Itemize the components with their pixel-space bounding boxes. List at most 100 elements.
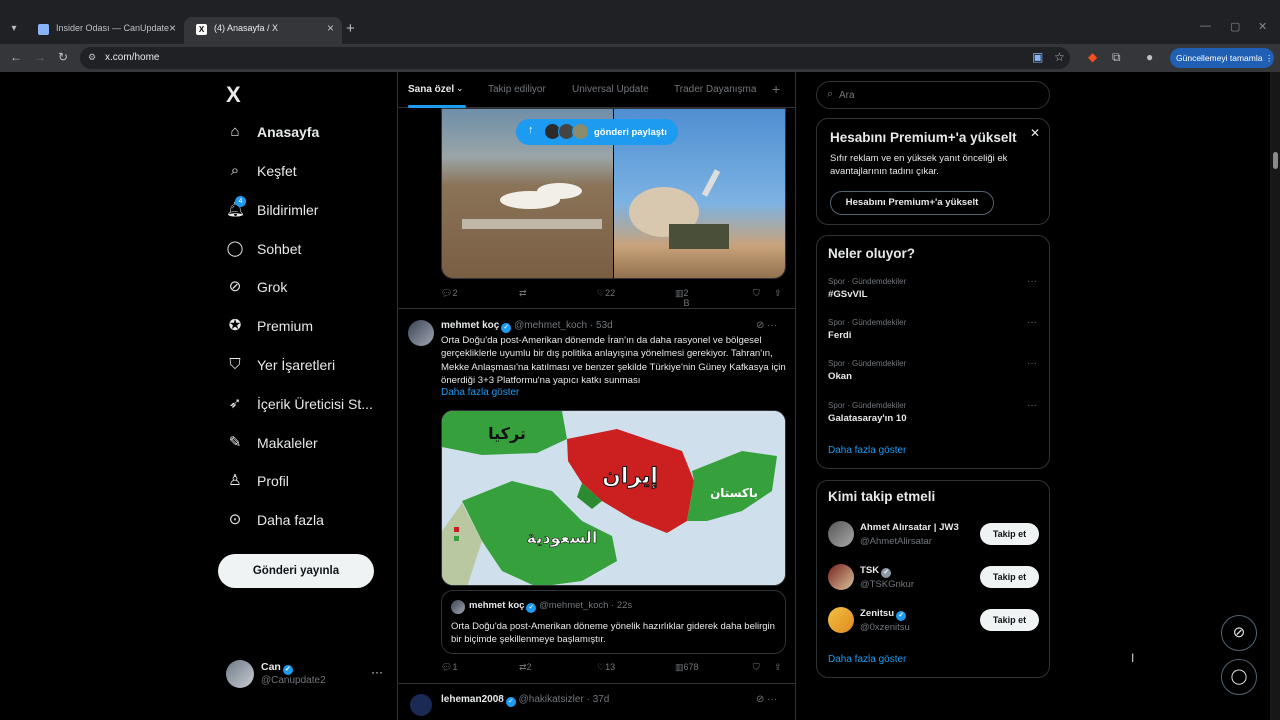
like-button[interactable]: ♡ 22 <box>597 288 615 299</box>
dot-separator: · <box>589 320 594 331</box>
bookmark-icon[interactable]: ⛉ <box>753 288 760 299</box>
suggestion-handle: @AhmetAlirsatar <box>860 536 932 547</box>
grok-icon[interactable]: ⊘ <box>756 694 764 705</box>
tab-dropdown-icon[interactable]: ⌄ <box>456 83 464 94</box>
address-bar[interactable]: ⚙ x.com/home <box>80 47 1070 69</box>
nav-item-grok[interactable]: ⊘ Grok <box>226 272 288 302</box>
extensions-puzzle-icon[interactable]: ⧉ <box>1112 50 1121 65</box>
search-box[interactable]: ⌕ <box>816 81 1050 109</box>
verified-badge-icon: ✓ <box>881 568 892 578</box>
nav-item-chat[interactable]: ◯ Sohbet <box>226 234 302 264</box>
extension-fox-icon[interactable]: ◆ <box>1088 50 1097 64</box>
post-button[interactable]: Gönderi yayınla <box>218 554 374 588</box>
search-input[interactable] <box>839 87 1039 103</box>
tab-universal-update[interactable]: Universal Update <box>572 84 649 95</box>
quoted-tweet[interactable]: mehmet koç ✓ @mehmet_koch · 22s Orta Doğu… <box>441 590 786 654</box>
close-tab-icon[interactable]: × <box>327 21 334 35</box>
tweet-time[interactable]: 53d <box>596 320 613 331</box>
new-posts-pill[interactable]: ↑ gönderi paylaştı <box>516 119 678 145</box>
tweet-media-map[interactable]: تركيا إيران باكستان السعودية <box>441 410 786 586</box>
repost-icon[interactable]: ⇄ <box>519 288 527 299</box>
close-tab-icon[interactable]: × <box>169 21 176 35</box>
bookmark-star-icon[interactable]: ☆ <box>1054 50 1065 64</box>
follow-suggestion[interactable]: Zenitsu ✓ @0xzenitsu Takip et <box>828 607 1040 637</box>
browser-tab-insider[interactable]: Insider Odası — CanUpdate × <box>26 17 184 44</box>
follow-suggestion[interactable]: Ahmet Alırsatar | JW3 @AhmetAlirsatar Ta… <box>828 521 1040 551</box>
bookmark-icon[interactable]: ⛉ <box>753 662 760 673</box>
like-button[interactable]: ♡ 13 <box>597 662 615 673</box>
account-switcher[interactable]: Can ✓ @Canupdate2 ··· <box>226 660 396 694</box>
share-icon[interactable]: ⇪ <box>774 662 782 673</box>
share-icon[interactable]: ⇪ <box>774 288 782 299</box>
views-button[interactable]: ▥ 678 <box>675 662 699 673</box>
minimize-icon[interactable]: — <box>1200 20 1211 32</box>
author-name[interactable]: leheman2008 <box>441 694 504 705</box>
back-icon[interactable]: ← <box>10 50 22 64</box>
follow-button[interactable]: Takip et <box>980 523 1039 545</box>
author-name[interactable]: mehmet koç <box>441 320 499 331</box>
trends-show-more-link[interactable]: Daha fazla göster <box>828 445 906 456</box>
new-tab-icon[interactable]: + <box>346 20 355 37</box>
more-icon[interactable]: ··· <box>1027 317 1037 328</box>
views-button[interactable]: ▥ 2 B <box>675 288 690 308</box>
tab-following[interactable]: Takip ediliyor <box>488 84 546 95</box>
show-more-link[interactable]: Daha fazla göster <box>441 387 519 398</box>
nav-item-creator-studio[interactable]: ➶ İçerik Üreticisi St... <box>226 389 373 419</box>
author-handle[interactable]: @mehmet_koch <box>514 320 587 331</box>
scrollbar-thumb[interactable] <box>1273 152 1278 169</box>
repost-button[interactable]: ⇄ 2 <box>519 662 532 673</box>
author-handle[interactable]: @hakikatsizler <box>519 694 584 705</box>
page-scrollbar[interactable] <box>1270 72 1280 720</box>
translate-icon[interactable]: ▣ <box>1032 50 1043 64</box>
close-icon[interactable]: ✕ <box>1030 126 1040 140</box>
update-browser-button[interactable]: Güncellemeyi tamamla ⋮ <box>1170 48 1274 68</box>
follow-button[interactable]: Takip et <box>980 609 1039 631</box>
more-icon[interactable]: ··· <box>767 694 777 705</box>
who-show-more-link[interactable]: Daha fazla göster <box>828 654 906 665</box>
more-icon[interactable]: ··· <box>1027 276 1037 287</box>
verified-badge-icon: ✓ <box>896 611 907 621</box>
window-close-icon[interactable]: ✕ <box>1258 20 1267 33</box>
like-count: 13 <box>605 662 616 672</box>
more-icon[interactable]: ··· <box>767 320 777 331</box>
tweet-time[interactable]: 37d <box>593 694 610 705</box>
trend-item[interactable]: Spor · Gündemdekiler Ferdi ··· <box>828 317 1038 352</box>
nav-item-home[interactable]: ⌂ Anasayfa <box>226 117 319 147</box>
tab-search-dropdown-icon[interactable]: ▾ <box>6 21 22 37</box>
profile-avatar-icon[interactable]: ● <box>1146 50 1153 64</box>
premium-upgrade-button[interactable]: Hesabını Premium+'a yükselt <box>830 191 994 215</box>
trend-item[interactable]: Spor · Gündemdekiler Okan ··· <box>828 358 1038 393</box>
nav-item-profile[interactable]: ♙ Profil <box>226 466 289 496</box>
trend-item[interactable]: Spor · Gündemdekiler Galatasaray'ın 10 ··· <box>828 400 1038 435</box>
reply-button[interactable]: 💬︎ 2 <box>441 288 457 299</box>
quote-author-name: mehmet koç <box>469 600 525 611</box>
trend-item[interactable]: Spor · Gündemdekiler #GSvVIL ··· <box>828 276 1038 311</box>
nav-item-bookmarks[interactable]: ⛉ Yer İşaretleri <box>226 350 335 380</box>
tweet-actions: 💬︎ 2 ⇄ ♡ 22 ▥ 2 B ⛉ ⇪ <box>441 288 786 308</box>
follow-suggestion[interactable]: TSK ✓ @TSKGnkur Takip et <box>828 564 1040 594</box>
nav-item-explore[interactable]: ⌕ Keşfet <box>226 156 297 186</box>
nav-item-notifications[interactable]: 🔔︎ 4 Bildirimler <box>226 195 318 225</box>
avatar[interactable] <box>408 320 434 346</box>
nav-item-articles[interactable]: ✎ Makaleler <box>226 428 318 458</box>
follow-button[interactable]: Takip et <box>980 566 1039 588</box>
reload-icon[interactable]: ↻ <box>58 50 68 64</box>
nav-item-more[interactable]: ⊙ Daha fazla <box>226 505 324 535</box>
messages-fab-icon[interactable]: ◯ <box>1221 659 1257 695</box>
tab-for-you[interactable]: Sana özel <box>408 84 454 95</box>
more-icon[interactable]: ··· <box>1027 400 1037 411</box>
account-more-icon[interactable]: ··· <box>371 665 383 679</box>
grok-icon[interactable]: ⊘ <box>756 320 764 331</box>
restore-icon[interactable]: ▢ <box>1230 20 1240 33</box>
more-icon[interactable]: ··· <box>1027 358 1037 369</box>
grok-fab-icon[interactable]: ⊘ <box>1221 615 1257 651</box>
forward-icon[interactable]: → <box>34 50 46 64</box>
tab-trader-dayanisma[interactable]: Trader Dayanışma <box>674 84 756 95</box>
avatar[interactable] <box>410 694 432 716</box>
nav-item-premium[interactable]: ✪ Premium <box>226 311 313 341</box>
browser-tab-x[interactable]: X (4) Anasayfa / X × <box>184 17 342 44</box>
add-tab-icon[interactable]: + <box>772 81 780 97</box>
x-logo-icon[interactable]: X <box>226 82 241 108</box>
site-info-icon[interactable]: ⚙ <box>88 52 96 63</box>
reply-button[interactable]: 💬︎ 1 <box>441 662 457 673</box>
